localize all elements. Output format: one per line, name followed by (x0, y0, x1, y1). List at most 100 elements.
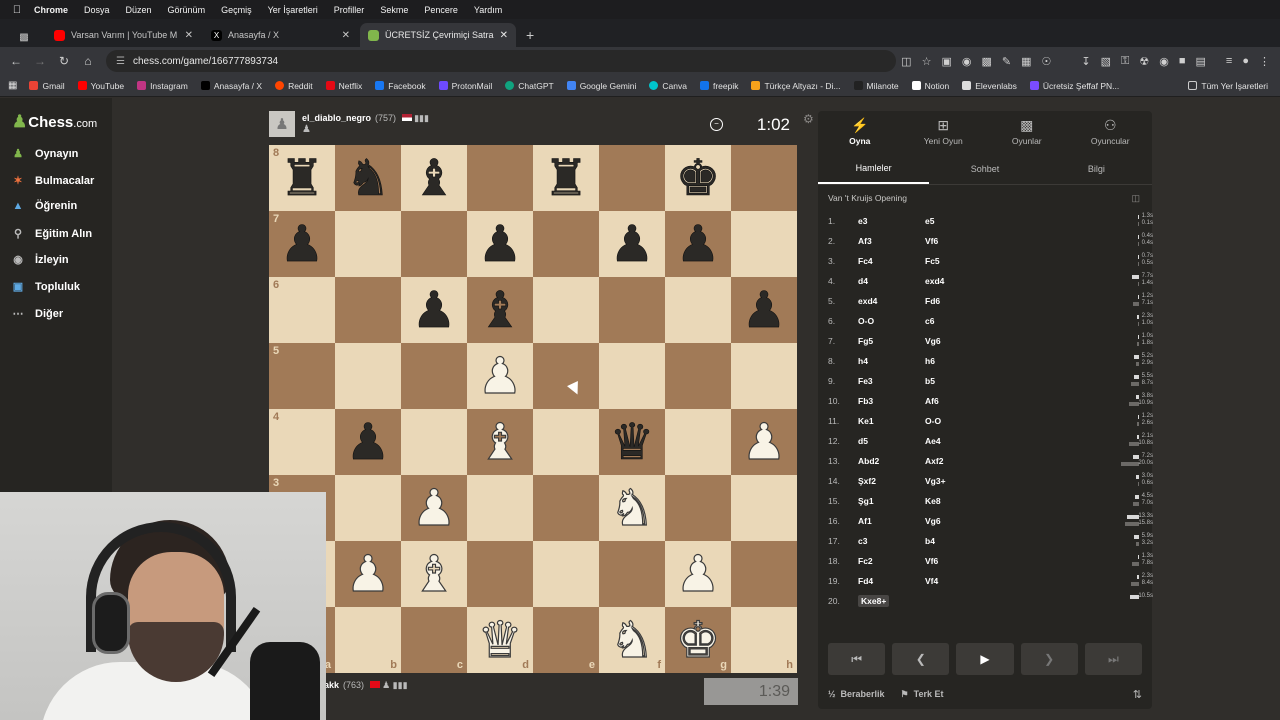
black-king-icon[interactable]: ♚ (675, 153, 720, 204)
board-square[interactable]: 7 ♟ (269, 211, 335, 277)
white-move[interactable]: c3 (858, 536, 925, 546)
black-move[interactable]: b4 (925, 536, 985, 546)
board-square[interactable]: 6 (269, 277, 335, 343)
board-square[interactable] (335, 343, 401, 409)
extension-icon[interactable]: ▣ (941, 55, 951, 68)
close-icon[interactable]: ✕ (342, 30, 350, 41)
black-move[interactable]: exd4 (925, 276, 985, 286)
board-square[interactable] (335, 277, 401, 343)
menu-item[interactable]: Pencere (424, 5, 458, 15)
board-square[interactable] (533, 277, 599, 343)
white-move[interactable]: Fc2 (858, 556, 925, 566)
bookmark-item[interactable]: Elevenlabs (962, 81, 1017, 91)
white-pawn-icon[interactable]: ♟ (477, 350, 523, 401)
browser-tab-active[interactable]: ÜCRETSİZ Çevrimiçi Satranç ✕ (360, 23, 516, 47)
settings-gear-icon[interactable]: ⚙ (803, 112, 814, 126)
black-rook-icon[interactable]: ♜ (543, 153, 588, 204)
white-move[interactable]: Abd2 (858, 456, 925, 466)
board-square[interactable]: h (731, 607, 797, 673)
white-pawn-icon[interactable]: ♟ (741, 416, 787, 467)
avatar[interactable]: ♟ (269, 111, 295, 137)
first-move-button[interactable]: ⏮ (828, 643, 886, 675)
reload-icon[interactable]: ↻ (52, 54, 76, 68)
board-square[interactable]: ♚ (665, 145, 731, 211)
extension-icon[interactable]: ◉ (962, 55, 972, 68)
board-square[interactable]: f ♞ (599, 607, 665, 673)
board-square[interactable]: ♟ (467, 343, 533, 409)
menu-item[interactable]: Profiller (334, 5, 365, 15)
white-pawn-icon[interactable]: ♟ (675, 548, 721, 599)
bookmark-item[interactable]: Canva (649, 81, 687, 91)
board-square[interactable] (731, 145, 797, 211)
white-queen-icon[interactable]: ♛ (477, 614, 523, 665)
menu-item[interactable]: Sekme (380, 5, 408, 15)
tab-moves[interactable]: Hamleler (818, 153, 930, 184)
browser-tab[interactable]: Varsan Varım | YouTube M ✕ (46, 23, 201, 47)
bookmark-item[interactable]: Reddit (275, 81, 313, 91)
home-icon[interactable]: ⌂ (76, 54, 100, 68)
last-move-button[interactable]: ⏭ (1084, 643, 1143, 675)
white-move[interactable]: Fc4 (858, 256, 925, 266)
black-move[interactable]: Vg3+ (925, 476, 985, 486)
board-square[interactable] (731, 211, 797, 277)
key-icon[interactable]: ⚿ (1121, 55, 1129, 68)
black-move[interactable]: b5 (925, 376, 985, 386)
board-square[interactable] (599, 277, 665, 343)
menu-item[interactable]: Düzen (126, 5, 152, 15)
board-square[interactable] (599, 343, 665, 409)
profile-icon[interactable]: ● (1242, 55, 1249, 68)
board-square[interactable]: ♟ (665, 211, 731, 277)
tab-games[interactable]: ▩ Oyunlar (985, 111, 1069, 151)
black-move[interactable]: Ae4 (925, 436, 985, 446)
forward-icon[interactable]: → (28, 54, 52, 68)
white-bishop-icon[interactable]: ♝ (411, 548, 457, 599)
board-square[interactable] (599, 145, 665, 211)
bookmark-item[interactable]: Google Gemini (566, 81, 636, 91)
bookmark-item[interactable]: Ücretsiz Şeffaf PN... (1029, 81, 1119, 91)
resign-button[interactable]: ⚑ Terk Et (901, 689, 944, 700)
play-button[interactable]: ▶ (956, 643, 1014, 675)
bookmark-item[interactable]: ChatGPT (505, 81, 554, 91)
nav-item-play[interactable]: ♟ Oynayın (10, 147, 78, 161)
board-square[interactable]: ♛ (599, 409, 665, 475)
black-pawn-icon[interactable]: ♟ (477, 219, 522, 270)
board-square[interactable]: ♞ (335, 145, 401, 211)
board-square[interactable] (467, 145, 533, 211)
black-knight-icon[interactable]: ♞ (345, 153, 390, 204)
nav-item-watch[interactable]: ◉ İzleyin (10, 253, 68, 267)
board-square[interactable] (533, 211, 599, 277)
board-square[interactable]: ♟ (665, 541, 731, 607)
bookmark-item[interactable]: Anasayfa / X (200, 81, 262, 91)
offer-draw-button[interactable]: ½ Beraberlik (828, 689, 885, 699)
nav-item-train[interactable]: ⚲ Eğitim Alın (10, 227, 92, 241)
bookmark-item[interactable]: Milanote (853, 81, 899, 91)
white-move[interactable]: Fe3 (858, 376, 925, 386)
bookmark-item[interactable]: freepik (699, 81, 738, 91)
next-move-button[interactable]: ❯ (1020, 643, 1078, 675)
white-move[interactable]: Af3 (858, 236, 925, 246)
board-square[interactable] (665, 343, 731, 409)
menu-item[interactable]: Yardım (474, 5, 502, 15)
player-name[interactable]: el_diablo_negro (302, 113, 371, 123)
white-move[interactable]: Fd4 (858, 576, 925, 586)
black-move[interactable]: c6 (925, 316, 985, 326)
white-move[interactable]: e3 (858, 216, 925, 226)
star-icon[interactable]: ☆ (922, 55, 932, 68)
board-square[interactable] (401, 211, 467, 277)
nav-item-community[interactable]: ▣ Topluluk (10, 280, 80, 294)
white-pawn-icon[interactable]: ♟ (345, 548, 391, 599)
chess-com-logo[interactable]: ♟ Chess .com (12, 112, 97, 132)
white-king-icon[interactable]: ♚ (675, 614, 721, 665)
board-square[interactable]: ♟ (401, 475, 467, 541)
board-square[interactable] (533, 541, 599, 607)
address-bar[interactable]: ☰ chess.com/game/166777893734 (106, 50, 896, 72)
tab-new-game[interactable]: ⊞ Yeni Oyun (902, 111, 986, 151)
black-move[interactable]: Vf6 (925, 556, 985, 566)
back-icon[interactable]: ← (4, 54, 28, 68)
board-square[interactable]: 5 (269, 343, 335, 409)
translate-icon[interactable]: ▤ (1196, 55, 1206, 68)
board-square[interactable]: ♟ (335, 541, 401, 607)
black-move[interactable]: O-O (925, 416, 985, 426)
board-square[interactable]: ♟ (731, 409, 797, 475)
black-move[interactable]: Vf4 (925, 576, 985, 586)
